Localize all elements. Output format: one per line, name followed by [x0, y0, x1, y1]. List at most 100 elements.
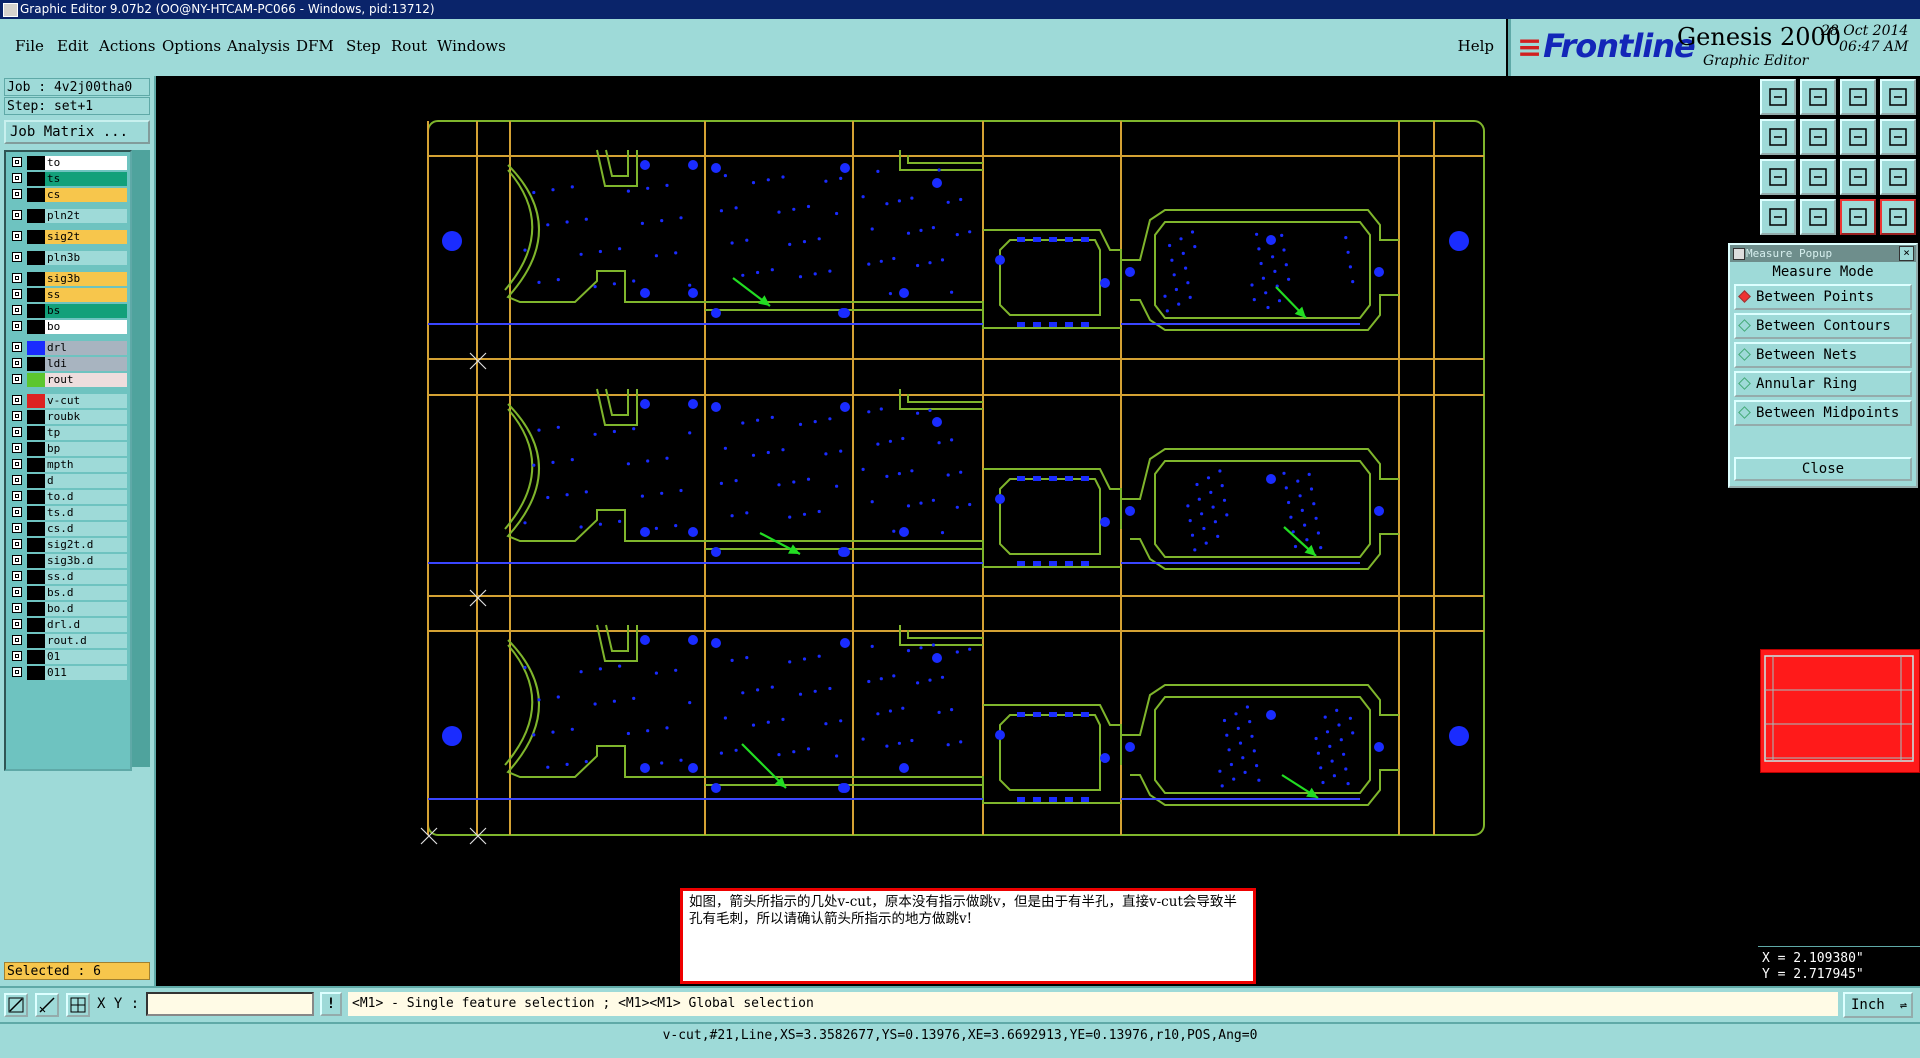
layer-checkbox[interactable] [12, 273, 22, 283]
layer-checkbox[interactable] [12, 523, 22, 533]
layer-checkbox[interactable] [12, 189, 22, 199]
home-icon[interactable] [1840, 79, 1876, 115]
layer-checkbox[interactable] [12, 667, 22, 677]
xy-input[interactable] [146, 992, 314, 1016]
layer-row-bs.d[interactable]: bs.d [8, 586, 128, 600]
layer-checkbox[interactable] [12, 651, 22, 661]
layers-icon[interactable] [1840, 199, 1876, 235]
menu-actions[interactable]: Actions [99, 37, 155, 55]
open-icon[interactable] [1760, 79, 1796, 115]
layer-row-drl.d[interactable]: drl.d [8, 618, 128, 632]
scale-1-2-icon[interactable] [1840, 159, 1876, 195]
redo-icon[interactable] [1800, 119, 1836, 155]
layer-checkbox[interactable] [12, 231, 22, 241]
layer-checkbox[interactable] [12, 321, 22, 331]
mode-between-points[interactable]: Between Points [1734, 284, 1912, 310]
menu-file[interactable]: File [15, 37, 44, 55]
layer-checkbox[interactable] [12, 539, 22, 549]
layers-alt-icon[interactable] [1880, 199, 1916, 235]
measure-popup-title-bar[interactable]: Measure Popup × [1730, 245, 1916, 262]
mode-between-contours[interactable]: Between Contours [1734, 313, 1912, 339]
panel-minimap[interactable] [1760, 649, 1920, 773]
layer-checkbox[interactable] [12, 427, 22, 437]
layer-row-ss.d[interactable]: ss.d [8, 570, 128, 584]
mode-between-nets[interactable]: Between Nets [1734, 342, 1912, 368]
mode-annular-ring[interactable]: Annular Ring [1734, 371, 1912, 397]
layer-row-01[interactable]: 01 [8, 650, 128, 664]
graphic-canvas[interactable] [156, 76, 1756, 986]
close-icon[interactable]: × [1899, 246, 1914, 261]
layer-checkbox[interactable] [12, 619, 22, 629]
menu-dfm[interactable]: DFM [296, 37, 334, 55]
layer-row-ldi[interactable]: ldi [8, 357, 128, 371]
job-matrix-button[interactable]: Job Matrix ... [4, 120, 150, 144]
layer-row-d[interactable]: d [8, 474, 128, 488]
layer-checkbox[interactable] [12, 395, 22, 405]
layer-checkbox[interactable] [12, 252, 22, 262]
select-mode-icon[interactable] [4, 993, 28, 1017]
layer-checkbox[interactable] [12, 555, 22, 565]
layer-row-bo.d[interactable]: bo.d [8, 602, 128, 616]
pin-icon[interactable] [1800, 199, 1836, 235]
mode-between-midpoints[interactable]: Between Midpoints [1734, 400, 1912, 426]
layer-row-pln3b[interactable]: pln3b [8, 251, 128, 265]
layer-row-to[interactable]: to [8, 156, 128, 170]
undo-icon[interactable] [1760, 119, 1796, 155]
layer-checkbox[interactable] [12, 374, 22, 384]
mirror-icon[interactable] [1880, 119, 1916, 155]
layer-checkbox[interactable] [12, 358, 22, 368]
layer-row-bs[interactable]: bs [8, 304, 128, 318]
layer-row-ts[interactable]: ts [8, 172, 128, 186]
measure-icon[interactable] [1760, 199, 1796, 235]
snap-icon[interactable] [35, 993, 59, 1017]
layer-checkbox[interactable] [12, 459, 22, 469]
layer-checkbox[interactable] [12, 411, 22, 421]
layer-list-scrollbar[interactable] [132, 150, 150, 767]
save-icon[interactable] [1800, 79, 1836, 115]
layer-checkbox[interactable] [12, 571, 22, 581]
menu-edit[interactable]: Edit [57, 37, 88, 55]
menu-windows[interactable]: Windows [437, 37, 506, 55]
layer-row-rout[interactable]: rout [8, 373, 128, 387]
layer-row-ss[interactable]: ss [8, 288, 128, 302]
layer-checkbox[interactable] [12, 507, 22, 517]
layer-checkbox[interactable] [12, 173, 22, 183]
menu-rout[interactable]: Rout [391, 37, 427, 55]
layer-row-tp[interactable]: tp [8, 426, 128, 440]
layer-row-roubk[interactable]: roubk [8, 410, 128, 424]
layer-row-mpth[interactable]: mpth [8, 458, 128, 472]
help-query-icon[interactable] [1880, 159, 1916, 195]
pcb-drawing[interactable] [156, 76, 1756, 986]
layer-row-sig3b[interactable]: sig3b [8, 272, 128, 286]
layer-checkbox[interactable] [12, 157, 22, 167]
layer-checkbox[interactable] [12, 635, 22, 645]
layer-row-bp[interactable]: bp [8, 442, 128, 456]
grid-icon[interactable] [66, 993, 90, 1017]
layer-checkbox[interactable] [12, 289, 22, 299]
layer-row-to.d[interactable]: to.d [8, 490, 128, 504]
layer-checkbox[interactable] [12, 443, 22, 453]
layer-row-011[interactable]: 011 [8, 666, 128, 680]
layer-row-ts.d[interactable]: ts.d [8, 506, 128, 520]
popup-close-button[interactable]: Close [1734, 457, 1912, 481]
layer-checkbox[interactable] [12, 305, 22, 315]
layer-row-cs[interactable]: cs [8, 188, 128, 202]
zoom-fit-icon[interactable] [1760, 159, 1796, 195]
layer-checkbox[interactable] [12, 587, 22, 597]
layer-row-sig2t.d[interactable]: sig2t.d [8, 538, 128, 552]
layer-row-cs.d[interactable]: cs.d [8, 522, 128, 536]
layer-row-drl[interactable]: drl [8, 341, 128, 355]
layout-icon[interactable] [1880, 79, 1916, 115]
layer-row-sig3b.d[interactable]: sig3b.d [8, 554, 128, 568]
layer-row-v-cut[interactable]: v-cut [8, 394, 128, 408]
layer-checkbox[interactable] [12, 210, 22, 220]
alert-icon[interactable]: ! [320, 992, 342, 1016]
layer-row-rout.d[interactable]: rout.d [8, 634, 128, 648]
menu-analysis[interactable]: Analysis [227, 37, 290, 55]
menu-step[interactable]: Step [346, 37, 381, 55]
menu-help[interactable]: Help [1458, 37, 1494, 55]
units-select[interactable]: Inch ⇌ [1843, 992, 1913, 1018]
layer-row-pln2t[interactable]: pln2t [8, 209, 128, 223]
zoom-icon[interactable] [1800, 159, 1836, 195]
layer-row-sig2t[interactable]: sig2t [8, 230, 128, 244]
